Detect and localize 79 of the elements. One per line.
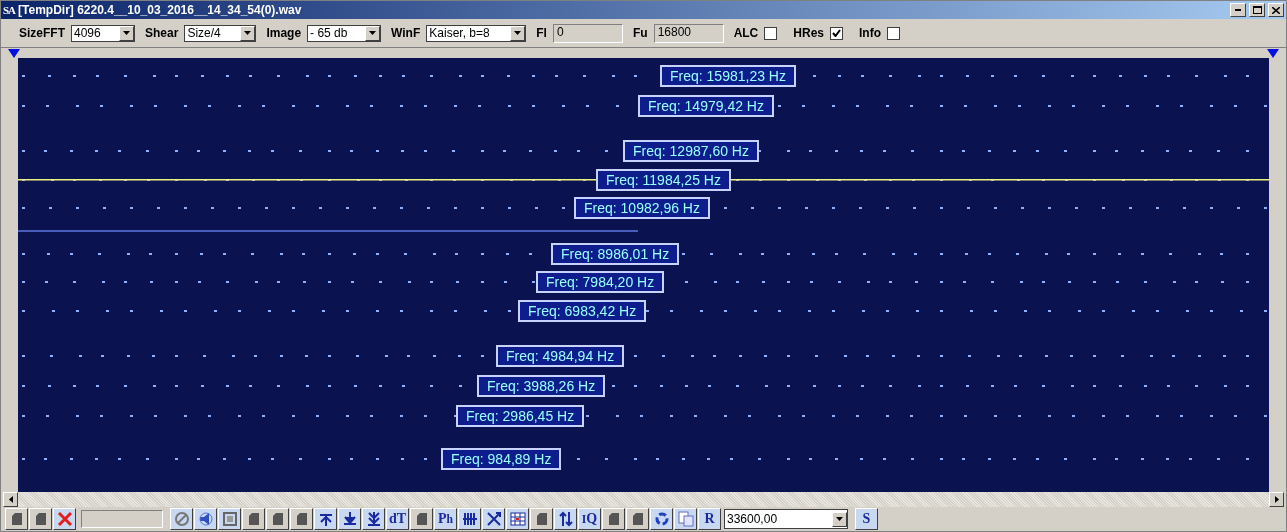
toolbar-button[interactable] (554, 508, 577, 530)
prohibited-icon (173, 511, 190, 527)
control-label: Info (859, 26, 881, 40)
toolbar-button[interactable] (482, 508, 505, 530)
left-arrow-icon (8, 496, 13, 503)
frequency-label: Freq: 4984,94 Hz (496, 345, 625, 367)
control-label: Shear (145, 26, 179, 40)
caret-icon (244, 31, 252, 35)
control-label: Image (266, 26, 302, 40)
dropdown[interactable]: 4096 (71, 24, 135, 42)
arrow-down-icon (341, 511, 358, 527)
toolbar-button[interactable] (506, 508, 529, 530)
square-icon (221, 511, 238, 527)
right-arrow-icon (1274, 496, 1279, 503)
frequency-label: Freq: 2986,45 Hz (456, 405, 585, 427)
control-label: WinF (391, 26, 421, 40)
toolbar-button[interactable] (218, 508, 241, 530)
copy-icon (677, 511, 694, 527)
maximize-icon (1252, 6, 1262, 14)
toolbar-button[interactable] (650, 508, 673, 530)
app-logo: SA (3, 4, 16, 16)
control-label: Fu (632, 26, 648, 40)
grid-icon (509, 511, 526, 527)
frequency-label: Freq: 984,89 Hz (441, 448, 562, 470)
up-down-arrows-icon (557, 511, 574, 527)
toolbar-button[interactable] (458, 508, 481, 530)
cross-icon (56, 511, 73, 527)
caret-icon (123, 31, 130, 35)
recycle-icon (653, 511, 670, 527)
close-button[interactable] (1268, 3, 1284, 17)
double-arrow-down-icon (365, 511, 382, 527)
toolbar-button[interactable] (362, 508, 385, 530)
dropdown[interactable]: - 65 db (307, 24, 382, 42)
window-title: [TempDir] 6220.4__10_03_2016__14_34_54(0).wav (18, 3, 303, 17)
checkbox[interactable] (830, 26, 843, 40)
scroll-left-button[interactable] (3, 492, 18, 507)
arrow-up-icon (317, 511, 334, 527)
left-marker-icon[interactable] (8, 49, 20, 58)
toolbar-button[interactable] (170, 508, 193, 530)
close-icon (1272, 6, 1280, 14)
frequency-label: Freq: 3988,26 Hz (477, 375, 606, 397)
toolbar-button[interactable] (194, 508, 217, 530)
s-button[interactable]: S (855, 508, 878, 530)
caret-icon (836, 517, 843, 521)
dropdown[interactable]: Size/4 (184, 24, 257, 42)
toolbar-button[interactable] (314, 508, 337, 530)
control-label: HRes (793, 26, 824, 40)
frequency-label: Freq: 15981,23 Hz (660, 65, 796, 87)
toolbar-button[interactable]: dT (386, 508, 409, 530)
maximize-button[interactable] (1249, 3, 1265, 17)
scroll-right-button[interactable] (1269, 492, 1284, 507)
frequency-label: Freq: 12987,60 Hz (623, 140, 759, 162)
frequency-label: Freq: 11984,25 Hz (596, 169, 731, 191)
rate-dropdown[interactable]: 33600,00 (724, 509, 848, 529)
minimize-icon (1235, 9, 1241, 11)
checkbox[interactable] (887, 26, 900, 40)
minimize-button[interactable] (1230, 3, 1246, 17)
input-field[interactable]: 16800 (653, 23, 724, 43)
comb-icon (461, 511, 478, 527)
frequency-label: Freq: 10982,96 Hz (574, 197, 710, 219)
frequency-label: Freq: 7984,20 Hz (536, 271, 665, 293)
toolbar-button[interactable]: R (698, 508, 721, 530)
control-label: Fl (536, 26, 547, 40)
frequency-label: Freq: 6983,42 Hz (518, 300, 647, 322)
toolbar-button[interactable] (338, 508, 361, 530)
toolbar-button[interactable] (53, 508, 76, 530)
control-label: ALC (733, 26, 759, 40)
control-label: SizeFFT (19, 26, 65, 40)
checkbox[interactable] (764, 26, 778, 40)
crossed-arrows-icon (485, 511, 502, 527)
toolbar-button[interactable] (674, 508, 697, 530)
dropdown[interactable]: Kaiser, b=8 (426, 24, 527, 42)
input-field[interactable]: 0 (552, 23, 623, 43)
frequency-label: Freq: 8986,01 Hz (551, 243, 680, 265)
frequency-label: Freq: 14979,42 Hz (638, 95, 774, 117)
caret-icon (369, 31, 377, 35)
right-marker-icon[interactable] (1267, 49, 1279, 58)
speaker-icon (197, 511, 214, 527)
caret-icon (514, 31, 522, 35)
